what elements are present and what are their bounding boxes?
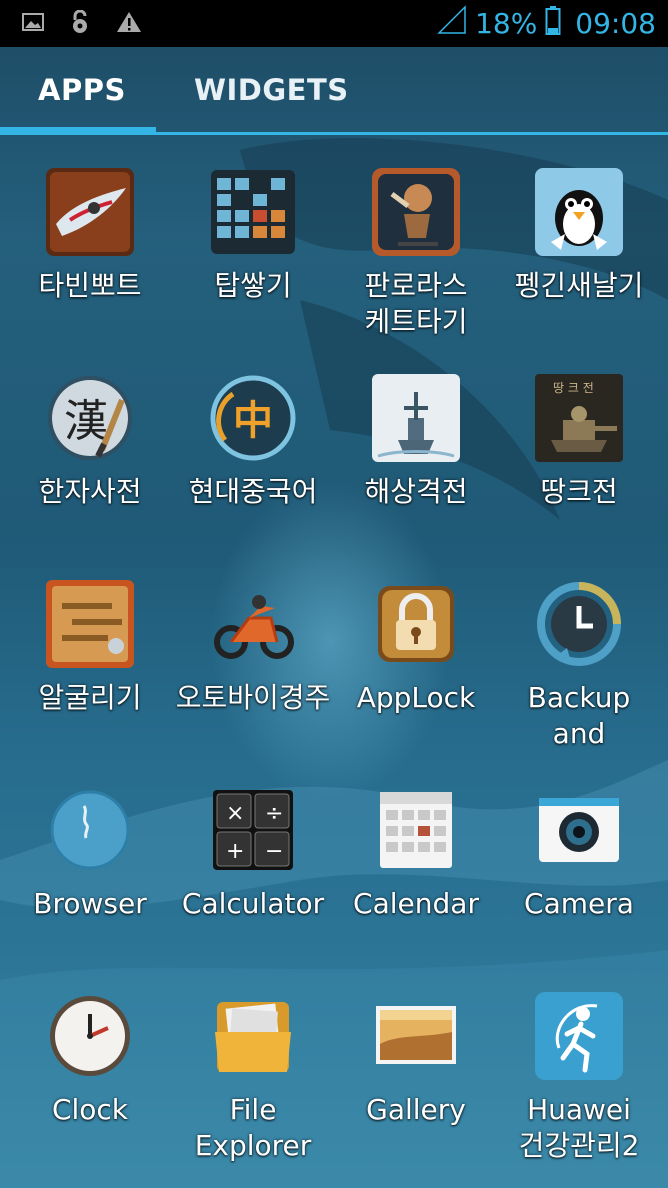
- app-item[interactable]: 中 현대중국어: [171, 370, 335, 510]
- app-item[interactable]: 漢 한자사전: [8, 370, 172, 510]
- tab-selected-indicator: [0, 127, 156, 135]
- battery-percent: 18%: [475, 7, 538, 40]
- backup-clock-icon: [531, 576, 627, 672]
- skater-icon: [368, 164, 464, 260]
- app-item[interactable]: 타빈뽀트: [8, 164, 172, 304]
- status-bar: 18% 09:08: [0, 0, 668, 47]
- maze-ball-icon: [42, 576, 138, 672]
- tab-widgets[interactable]: WIDGETS: [194, 73, 349, 107]
- app-label: Browser: [33, 887, 147, 920]
- svg-text:−: −: [265, 839, 283, 864]
- camera-icon: [531, 782, 627, 878]
- app-label: AppLock: [356, 681, 476, 714]
- app-label: Backup and: [527, 681, 631, 750]
- app-item[interactable]: Huawei 건강관리2: [497, 988, 661, 1164]
- motorbike-icon: [205, 576, 301, 672]
- app-item[interactable]: Gallery: [334, 988, 498, 1128]
- app-label: File Explorer: [194, 1093, 312, 1162]
- tab-apps[interactable]: APPS: [38, 73, 126, 107]
- app-item[interactable]: Calendar: [334, 782, 498, 922]
- app-label: 타빈뽀트: [38, 269, 142, 302]
- app-label: 오토바이경주: [175, 681, 331, 714]
- app-label: 한자사전: [38, 475, 142, 508]
- app-label: Calendar: [353, 887, 479, 920]
- app-label: 알굴리기: [38, 681, 142, 714]
- app-item[interactable]: 탑쌓기: [171, 164, 335, 304]
- app-item[interactable]: Backup and: [497, 576, 661, 752]
- app-item[interactable]: 오토바이경주: [171, 576, 335, 716]
- app-item[interactable]: File Explorer: [171, 988, 335, 1164]
- padlock-icon: [368, 576, 464, 672]
- app-item[interactable]: 알굴리기: [8, 576, 172, 716]
- app-item[interactable]: 땅 크 전 땅크전: [497, 370, 661, 510]
- clock-icon: [42, 988, 138, 1084]
- svg-text:땅 크 전: 땅 크 전: [553, 381, 594, 395]
- app-label: Clock: [51, 1093, 129, 1126]
- app-label: 땅크전: [540, 475, 618, 508]
- image-icon: [22, 12, 44, 35]
- app-item[interactable]: Clock: [8, 988, 172, 1128]
- clock-time: 09:08: [575, 7, 656, 40]
- app-grid: 타빈뽀트 탑쌓기 판로라스 케트타기 펭긴새날기 漢 한자사전 中 현대중국어 …: [0, 140, 668, 1188]
- calendar-icon: [368, 782, 464, 878]
- folder-icon: [205, 988, 301, 1084]
- app-label: 해상격전: [364, 475, 468, 508]
- tank-icon: 땅 크 전: [531, 370, 627, 466]
- battleship-icon: [368, 370, 464, 466]
- globe-icon: [42, 782, 138, 878]
- app-item[interactable]: AppLock: [334, 576, 498, 716]
- app-item[interactable]: Camera: [497, 782, 661, 922]
- speedboat-icon: [42, 164, 138, 260]
- svg-text:÷: ÷: [265, 801, 283, 826]
- app-item[interactable]: 판로라스 케트타기: [334, 164, 498, 340]
- svg-text:×: ×: [226, 801, 244, 826]
- app-item[interactable]: 펭긴새날기: [497, 164, 661, 304]
- tab-bar: APPS WIDGETS: [0, 47, 668, 135]
- hanja-dictionary-icon: 漢: [42, 370, 138, 466]
- calculator-icon: × ÷ + −: [205, 782, 301, 878]
- svg-text:中: 中: [233, 398, 273, 444]
- app-item[interactable]: 해상격전: [334, 370, 498, 510]
- app-label: 펭긴새날기: [514, 269, 644, 302]
- app-item[interactable]: × ÷ + − Calculator: [171, 782, 335, 922]
- app-label: 판로라스 케트타기: [364, 269, 468, 338]
- gallery-icon: [368, 988, 464, 1084]
- warning-icon: [116, 11, 142, 37]
- app-label: Huawei 건강관리2: [518, 1093, 640, 1162]
- app-item[interactable]: Browser: [8, 782, 172, 922]
- svg-text:漢: 漢: [64, 396, 108, 447]
- signal-icon: [437, 5, 467, 42]
- svg-text:+: +: [226, 839, 244, 864]
- block-stack-icon: [205, 164, 301, 260]
- app-label: Calculator: [181, 887, 325, 920]
- chinese-character-icon: 中: [205, 370, 301, 466]
- unlock-icon: [70, 9, 90, 38]
- app-label: Camera: [524, 887, 634, 920]
- app-label: Gallery: [366, 1093, 466, 1126]
- app-label: 탑쌓기: [214, 269, 292, 302]
- runner-icon: [531, 988, 627, 1084]
- penguin-icon: [531, 164, 627, 260]
- app-label: 현대중국어: [188, 475, 318, 508]
- battery-icon: [545, 5, 561, 42]
